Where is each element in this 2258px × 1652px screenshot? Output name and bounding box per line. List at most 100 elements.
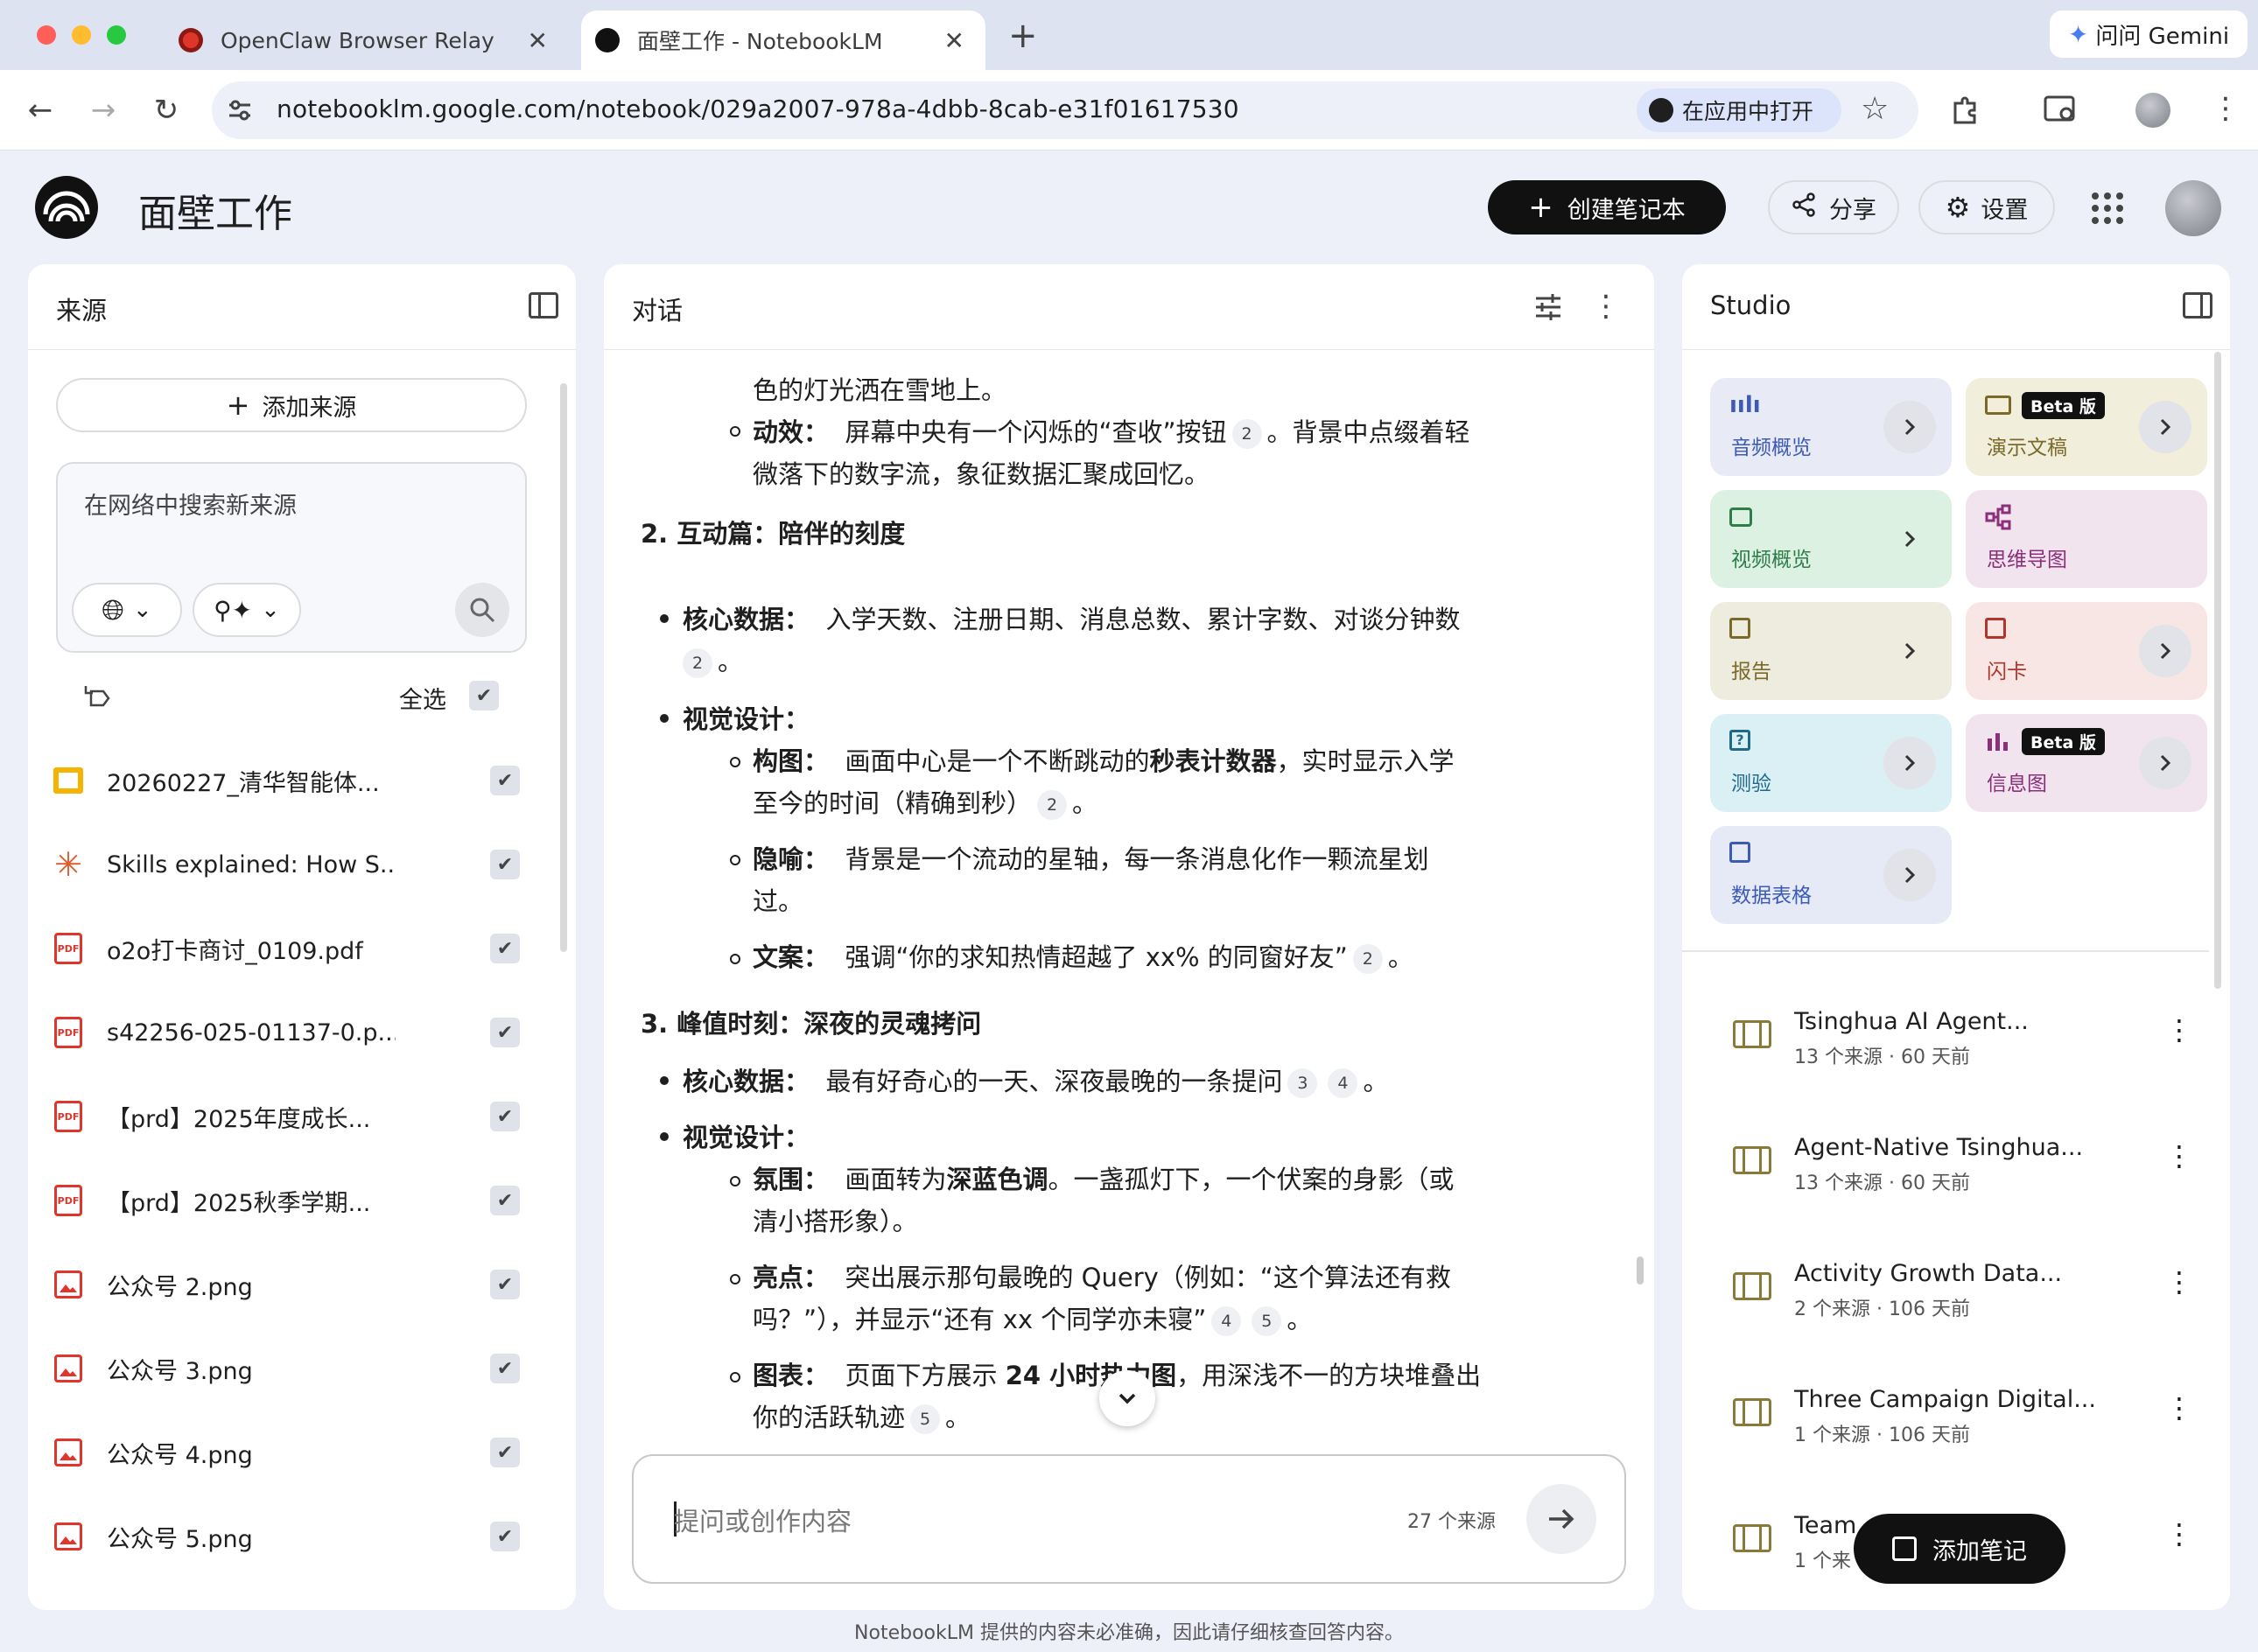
send-button[interactable] — [1526, 1484, 1596, 1554]
chevron-right-icon[interactable] — [1883, 849, 1936, 901]
note-item[interactable]: Tsinghua AI Agent... 13 个来源 · 60 天前 ⋮ — [1733, 1008, 2197, 1096]
source-item[interactable]: PDF o2o打卡商讨_0109.pdf ✔ — [53, 906, 525, 990]
search-submit-button[interactable] — [455, 583, 509, 637]
more-options-icon[interactable]: ⋮ — [2162, 1517, 2197, 1552]
browser-menu-icon[interactable]: ⋮ — [2211, 91, 2240, 126]
scroll-to-bottom-button[interactable] — [1099, 1370, 1155, 1426]
video-overview-card[interactable]: 视频概览 — [1710, 490, 1952, 588]
more-options-icon[interactable]: ⋮ — [2162, 1265, 2197, 1300]
notebook-title[interactable]: 面壁工作 — [138, 182, 292, 238]
source-item[interactable]: PDF s42256-025-01137-0.p... ✔ — [53, 990, 525, 1074]
more-options-icon[interactable]: ⋮ — [2162, 1139, 2197, 1174]
chevron-right-icon[interactable] — [2139, 625, 2191, 677]
note-item[interactable]: Activity Growth Data... 2 个来源 · 106 天前 ⋮ — [1733, 1260, 2197, 1348]
note-item[interactable]: Three Campaign Digital... 1 个来源 · 106 天前… — [1733, 1386, 2197, 1474]
extensions-puzzle-icon[interactable] — [1950, 93, 1983, 126]
chevron-right-icon[interactable] — [1883, 513, 1936, 565]
google-apps-icon[interactable] — [2090, 191, 2125, 226]
citation-chip[interactable]: 5 — [910, 1404, 941, 1434]
browser-tab-notebooklm[interactable]: 面壁工作 - NotebookLM ✕ — [581, 10, 985, 70]
open-in-app-button[interactable]: 在应用中打开 — [1637, 88, 1841, 132]
data-table-card[interactable]: 数据表格 — [1710, 826, 1952, 924]
more-options-icon[interactable]: ⋮ — [2162, 1391, 2197, 1426]
citation-chip[interactable]: 4 — [1328, 1068, 1358, 1098]
url-text[interactable]: notebooklm.google.com/notebook/029a2007-… — [277, 94, 1239, 123]
share-button[interactable]: 分享 — [1768, 180, 1899, 234]
research-mode-dropdown[interactable]: ⚲✦ ⌄ — [193, 583, 301, 637]
chevron-right-icon[interactable] — [2139, 737, 2191, 789]
select-all-checkbox[interactable]: ✔ — [469, 681, 499, 710]
infographic-card[interactable]: Beta 版 信息图 — [1966, 714, 2207, 812]
source-item[interactable]: PDF 【prd】2025年度成长... ✔ — [53, 1074, 525, 1158]
source-item[interactable]: ✳ Skills explained: How S... ✔ — [53, 822, 525, 906]
site-settings-icon[interactable] — [224, 94, 256, 126]
source-item[interactable]: PDF 【prd】2025秋季学期... ✔ — [53, 1158, 525, 1242]
audio-overview-card[interactable]: ıılı 音频概览 — [1710, 378, 1952, 476]
citation-chip[interactable]: 2 — [683, 648, 712, 678]
source-item[interactable]: 公众号 3.png ✔ — [53, 1326, 525, 1410]
notebooklm-logo-icon[interactable] — [35, 176, 98, 239]
chevron-right-icon[interactable] — [1883, 625, 1936, 677]
chat-scrollbar[interactable] — [1637, 1256, 1644, 1284]
source-checkbox[interactable]: ✔ — [490, 1354, 520, 1383]
quiz-card[interactable]: ? 测验 — [1710, 714, 1952, 812]
add-note-button[interactable]: 添加笔记 — [1854, 1514, 2065, 1584]
close-tab-icon[interactable]: ✕ — [944, 26, 964, 55]
source-checkbox[interactable]: ✔ — [490, 1270, 520, 1299]
more-options-icon[interactable]: ⋮ — [2162, 1013, 2197, 1048]
chevron-right-icon[interactable] — [1883, 737, 1936, 789]
sources-scrollbar[interactable] — [560, 383, 567, 952]
note-item[interactable]: Agent-Native Tsinghua... 13 个来源 · 60 天前 … — [1733, 1134, 2197, 1222]
source-item[interactable]: 公众号 4.png ✔ — [53, 1410, 525, 1494]
collapse-panel-icon[interactable] — [2183, 292, 2212, 318]
settings-button[interactable]: ⚙ 设置 — [1918, 180, 2055, 234]
citation-chip[interactable]: 2 — [1352, 944, 1383, 974]
reload-icon[interactable]: ↻ — [147, 91, 186, 130]
close-tab-icon[interactable]: ✕ — [528, 26, 548, 55]
source-checkbox[interactable]: ✔ — [490, 1102, 520, 1131]
source-item[interactable]: 公众号 5.png ✔ — [53, 1494, 525, 1578]
back-arrow-icon[interactable]: ← — [21, 91, 60, 130]
chat-input[interactable]: 提问或创作内容 — [674, 1502, 852, 1538]
bookmark-star-icon[interactable]: ☆ — [1861, 91, 1889, 127]
source-checkbox[interactable]: ✔ — [490, 1018, 520, 1047]
account-avatar[interactable] — [2165, 180, 2221, 236]
source-item[interactable]: 公众号 2.png ✔ — [53, 1242, 525, 1326]
slides-card[interactable]: Beta 版 演示文稿 — [1966, 378, 2207, 476]
citation-chip[interactable]: 5 — [1252, 1306, 1282, 1336]
close-window-button[interactable] — [37, 25, 56, 45]
chat-menu-icon[interactable]: ⋮ — [1591, 289, 1621, 324]
forward-arrow-icon[interactable]: → — [84, 91, 123, 130]
tab-search-icon[interactable] — [2043, 93, 2078, 126]
web-search-input[interactable]: 在网络中搜索新来源 — [84, 486, 297, 521]
source-checkbox[interactable]: ✔ — [490, 850, 520, 879]
report-card[interactable]: 报告 — [1710, 602, 1952, 700]
chevron-right-icon[interactable] — [1883, 401, 1936, 453]
collapse-panel-icon[interactable] — [529, 292, 558, 318]
citation-chip[interactable]: 2 — [1037, 790, 1068, 820]
minimize-window-button[interactable] — [72, 25, 91, 45]
web-source-dropdown[interactable]: 🌐︎ ⌄ — [72, 583, 182, 637]
maximize-window-button[interactable] — [107, 25, 126, 45]
source-checkbox[interactable]: ✔ — [490, 766, 520, 795]
source-checkbox[interactable]: ✔ — [490, 1522, 520, 1551]
flashcards-card[interactable]: 闪卡 — [1966, 602, 2207, 700]
gemini-button[interactable]: ✦ 问问 Gemini — [2050, 10, 2247, 58]
mindmap-card[interactable]: 思维导图 — [1966, 490, 2207, 588]
studio-scrollbar[interactable] — [2214, 352, 2221, 989]
browser-tab-openclaw[interactable]: OpenClaw Browser Relay ✕ — [166, 10, 569, 70]
add-source-button[interactable]: + 添加来源 — [56, 378, 527, 432]
source-item[interactable]: 20260227_清华智能体... ✔ — [53, 738, 525, 822]
create-notebook-button[interactable]: + 创建笔记本 — [1488, 180, 1726, 234]
new-tab-button[interactable]: + — [1008, 16, 1038, 56]
profile-avatar-icon[interactable] — [2135, 93, 2170, 128]
source-checkbox[interactable]: ✔ — [490, 1438, 520, 1467]
source-checkbox[interactable]: ✔ — [490, 934, 520, 963]
source-checkbox[interactable]: ✔ — [490, 1186, 520, 1215]
citation-chip[interactable]: 2 — [1231, 419, 1262, 449]
citation-chip[interactable]: 3 — [1287, 1068, 1318, 1098]
tune-settings-icon[interactable] — [1533, 292, 1563, 322]
chevron-right-icon[interactable] — [2139, 401, 2191, 453]
sync-sources-icon[interactable] — [82, 681, 114, 712]
citation-chip[interactable]: 4 — [1211, 1306, 1242, 1336]
